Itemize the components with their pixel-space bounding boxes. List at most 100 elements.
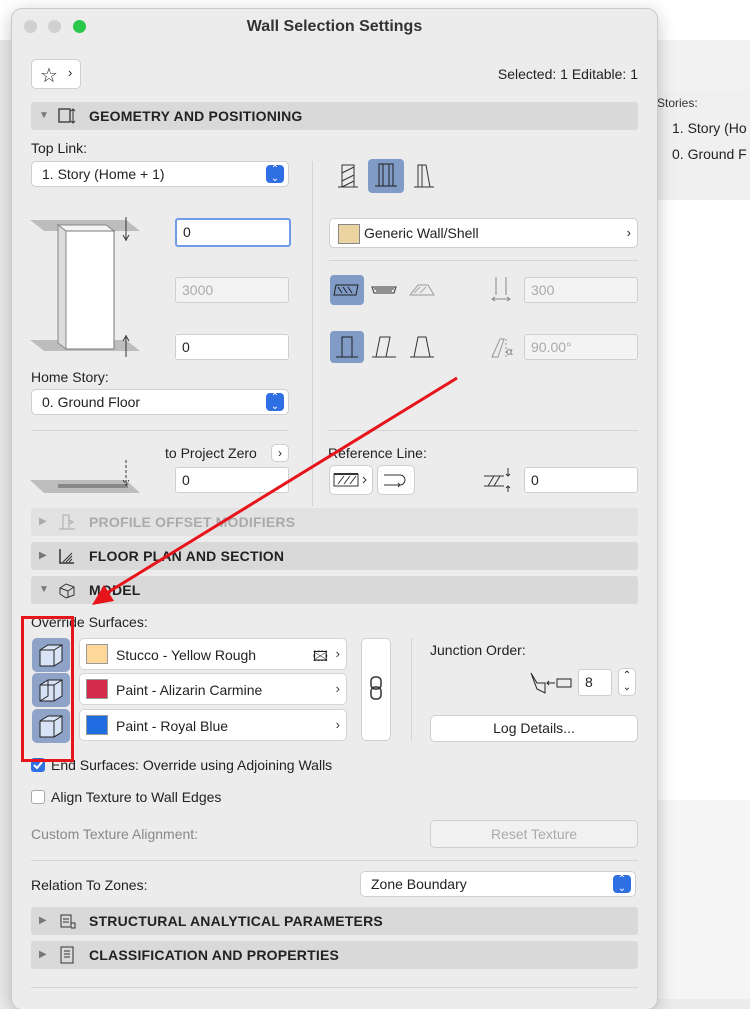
custom-texture-label: Custom Texture Alignment: xyxy=(31,826,199,842)
home-story-label: Home Story: xyxy=(31,369,109,385)
basic-structure-icon xyxy=(333,284,359,296)
top-link-select[interactable]: 1. Story (Home + 1) ⌃ ⌄ xyxy=(31,161,289,187)
align-texture-checkbox[interactable] xyxy=(31,790,45,804)
trapezoid-wall-button[interactable] xyxy=(408,161,440,193)
section-profile-offset[interactable]: ▶ PROFILE OFFSET MODIFIERS xyxy=(31,508,638,536)
updown-icon: ⌃ ⌄ xyxy=(266,393,284,412)
basic-structure-button[interactable] xyxy=(330,275,364,305)
height-field[interactable]: 3000 xyxy=(175,277,289,303)
wall-height-diagram xyxy=(30,217,140,357)
to-project-zero-label: to Project Zero xyxy=(165,445,257,461)
reference-offset-field[interactable]: 0 xyxy=(524,467,638,493)
divider xyxy=(329,430,638,431)
relation-to-zones-value: Zone Boundary xyxy=(371,876,467,892)
reset-texture-button[interactable]: Reset Texture xyxy=(430,820,638,848)
vertical-wall-button[interactable] xyxy=(330,331,364,363)
divider xyxy=(31,860,638,861)
top-link-value: 1. Story (Home + 1) xyxy=(42,166,165,182)
log-details-button[interactable]: Log Details... xyxy=(430,715,638,742)
surface-swatch xyxy=(86,715,108,735)
story-item-0[interactable]: 0. Ground F xyxy=(672,146,747,162)
straight-wall-icon xyxy=(338,164,358,188)
classification-icon xyxy=(60,946,74,964)
vertical-divider xyxy=(411,638,412,741)
surface-name: Paint - Royal Blue xyxy=(116,718,229,734)
slanted-wall-icon xyxy=(375,163,397,187)
section-classification-label: CLASSIFICATION AND PROPERTIES xyxy=(89,947,340,963)
section-profile-offset-label: PROFILE OFFSET MODIFIERS xyxy=(89,514,296,530)
slant-angle-icon: α xyxy=(491,338,513,358)
junction-order-stepper[interactable]: ⌃ ⌄ xyxy=(618,668,636,696)
project-zero-field[interactable]: 0 xyxy=(175,467,289,493)
home-story-select[interactable]: 0. Ground Floor ⌃ ⌄ xyxy=(31,389,289,415)
section-structural-label: STRUCTURAL ANALYTICAL PARAMETERS xyxy=(89,913,383,929)
story-item-1[interactable]: 1. Story (Ho xyxy=(672,120,747,136)
slant-angle-field[interactable]: 90.00° xyxy=(524,334,638,360)
star-icon: ☆ xyxy=(40,65,58,87)
project-zero-diagram xyxy=(30,460,140,493)
picture-icon: 🖾 xyxy=(312,648,328,664)
surface-name: Paint - Alizarin Carmine xyxy=(116,682,263,698)
surface-row-3[interactable]: Paint - Royal Blue › xyxy=(79,709,347,741)
chevron-right-icon: › xyxy=(626,225,631,240)
chain-link-icon xyxy=(370,676,382,700)
relation-to-zones-label: Relation To Zones: xyxy=(31,877,148,893)
section-geometry[interactable]: ▼ GEOMETRY AND POSITIONING xyxy=(31,102,638,130)
surface-row-1[interactable]: Stucco - Yellow Rough 🖾 › xyxy=(79,638,347,670)
relation-to-zones-select[interactable]: Zone Boundary ⌃ ⌄ xyxy=(360,871,636,897)
background-bottom xyxy=(656,800,750,999)
end-surfaces-label: End Surfaces: Override using Adjoining W… xyxy=(51,757,333,773)
junction-order-label: Junction Order: xyxy=(430,642,526,658)
slanted-wall-button[interactable] xyxy=(368,159,404,193)
building-material-button[interactable]: Generic Wall/Shell › xyxy=(329,218,638,248)
annotation-highlight-box xyxy=(21,616,74,762)
vertical-divider xyxy=(312,161,313,506)
trapezoid-wall-icon xyxy=(414,164,434,188)
complex-profile-icon xyxy=(408,284,435,296)
double-slanted-wall-button[interactable] xyxy=(406,331,438,363)
title-bar: Wall Selection Settings xyxy=(12,9,657,45)
stories-label: Stories: xyxy=(657,96,698,110)
base-offset-field[interactable]: 0 xyxy=(175,334,289,360)
surface-name: Stucco - Yellow Rough xyxy=(116,647,257,663)
top-link-label: Top Link: xyxy=(31,140,88,156)
chevron-right-icon: › xyxy=(68,65,73,80)
surface-row-2[interactable]: Paint - Alizarin Carmine › xyxy=(79,673,347,705)
divider xyxy=(31,987,638,988)
reference-line-button[interactable] xyxy=(329,465,373,495)
section-floor-plan-label: FLOOR PLAN AND SECTION xyxy=(89,548,285,564)
align-texture-label: Align Texture to Wall Edges xyxy=(51,789,222,805)
structural-icon xyxy=(60,914,76,929)
material-swatch-icon xyxy=(338,224,360,244)
divider xyxy=(31,430,289,431)
disclosure-open-icon: ▼ xyxy=(39,584,49,595)
disclosure-open-icon: ▼ xyxy=(39,110,49,121)
top-offset-field[interactable]: 0 xyxy=(175,218,291,247)
svg-text:α: α xyxy=(506,345,513,358)
section-structural[interactable]: ▶ STRUCTURAL ANALYTICAL PARAMETERS xyxy=(31,907,638,935)
junction-order-field[interactable]: 8 xyxy=(578,669,612,696)
disclosure-closed-icon: ▶ xyxy=(39,949,47,960)
profile-structure-button[interactable] xyxy=(406,275,438,307)
project-zero-chevron-button[interactable]: › xyxy=(271,444,289,462)
straight-wall-button[interactable] xyxy=(332,161,364,193)
inclined-wall-icon xyxy=(372,336,396,358)
chevron-right-icon: › xyxy=(335,681,340,696)
link-surfaces-button[interactable] xyxy=(361,638,391,741)
composite-structure-icon xyxy=(371,286,397,294)
section-geometry-label: GEOMETRY AND POSITIONING xyxy=(89,108,303,124)
thickness-field[interactable]: 300 xyxy=(524,277,638,303)
section-classification[interactable]: ▶ CLASSIFICATION AND PROPERTIES xyxy=(31,941,638,969)
section-floor-plan[interactable]: ▶ FLOOR PLAN AND SECTION xyxy=(31,542,638,570)
section-model[interactable]: ▼ MODEL xyxy=(31,576,638,604)
inclined-wall-button[interactable] xyxy=(368,331,400,363)
reference-line-icon xyxy=(333,473,367,487)
stories-panel: Stories: 1. Story (Ho 0. Ground F xyxy=(656,90,750,200)
thickness-icon xyxy=(491,277,511,302)
flip-reference-button[interactable] xyxy=(377,465,415,495)
reference-offset-icon xyxy=(484,468,511,492)
favorites-button[interactable]: ☆ › xyxy=(31,59,81,89)
composite-structure-button[interactable] xyxy=(368,275,400,307)
wall-settings-window: Wall Selection Settings ☆ › Selected: 1 … xyxy=(12,9,657,1009)
flip-icon xyxy=(384,474,406,488)
